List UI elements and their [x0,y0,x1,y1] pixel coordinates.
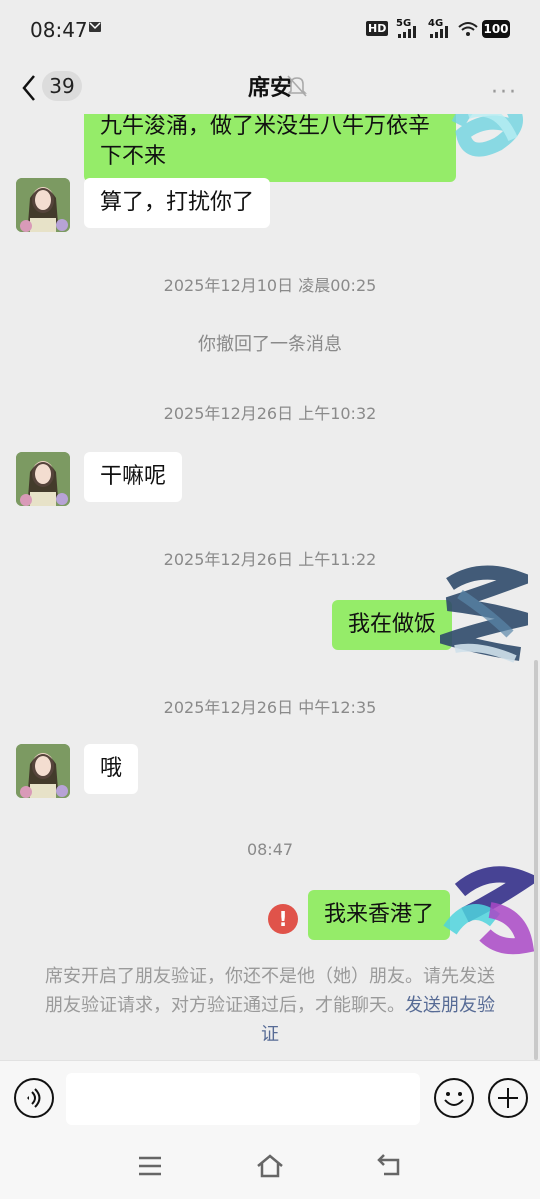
message-text-line: 九牛浚涌，做了米没生八牛万依辛 [100,114,431,139]
timestamp: 2025年12月26日 上午10:32 [163,404,377,423]
sent-message-bubble-1[interactable]: 九牛浚涌，做了米没生八牛万依辛 下不来 [84,114,456,182]
chat-header: 39 席安 ··· [0,62,540,114]
chat-title: 席安 [247,76,292,101]
message-text-line: 下不来 [100,144,167,169]
received-message-bubble[interactable]: 哦 [84,744,139,794]
home-icon[interactable] [256,1154,284,1178]
voice-icon[interactable] [14,1078,54,1118]
wifi-icon [458,22,478,36]
timestamp: 2025年12月26日 中午12:35 [163,698,377,717]
message-input[interactable] [66,1073,420,1125]
input-bar [0,1060,540,1139]
redaction-scribble [451,114,523,157]
received-message-bubble[interactable]: 算了，打扰你了 [84,178,271,228]
menu-icon[interactable] [138,1154,162,1178]
timestamp: 08:47 [246,840,294,859]
more-options-button[interactable]: ··· [491,80,518,105]
message-text: 算了，打扰你了 [100,190,255,215]
message-text: 我在做饭 [348,612,437,637]
send-failed-icon[interactable]: ! [268,904,298,934]
timestamp: 2025年12月10日 凌晨00:25 [163,276,377,295]
received-message-bubble[interactable]: 干嘛呢 [84,452,183,502]
friend-verification-notice: 席安开启了朋友验证，你还不是他（她）朋友。请先发送朋友验证请求，对方验证通过后，… [40,962,500,1049]
hd-icon: HD [366,21,389,36]
battery-indicator: 100 [482,20,510,38]
plus-icon[interactable] [488,1078,528,1118]
chat-area[interactable]: 九牛浚涌，做了米没生八牛万依辛 下不来 算了，打扰你了 2025年12月10日 … [0,114,540,1060]
status-bar: 08:47 HD 5G 4G 100 [0,0,540,62]
sent-message-bubble-failed[interactable]: 我来香港了 [308,890,451,940]
sent-message-bubble[interactable]: 我在做饭 [332,600,453,650]
contact-avatar[interactable] [16,178,70,232]
signal-icon [398,26,416,38]
scrollbar[interactable] [534,660,538,1060]
contact-avatar[interactable] [16,452,70,506]
system-navigation-bar [0,1138,540,1199]
recall-notice: 你撤回了一条消息 [198,334,342,355]
emoji-icon[interactable] [434,1078,474,1118]
signal-icon-2 [430,26,448,38]
status-time: 08:47 [30,18,88,42]
message-notification-icon [89,22,101,32]
contact-avatar[interactable] [16,744,70,798]
redaction-scribble [440,565,528,663]
redaction-scribble [443,866,536,955]
message-text: 干嘛呢 [100,464,167,489]
message-text: 哦 [100,756,123,781]
message-text: 我来香港了 [324,902,435,927]
mute-bell-icon [287,75,307,97]
back-nav-icon[interactable] [376,1154,404,1178]
